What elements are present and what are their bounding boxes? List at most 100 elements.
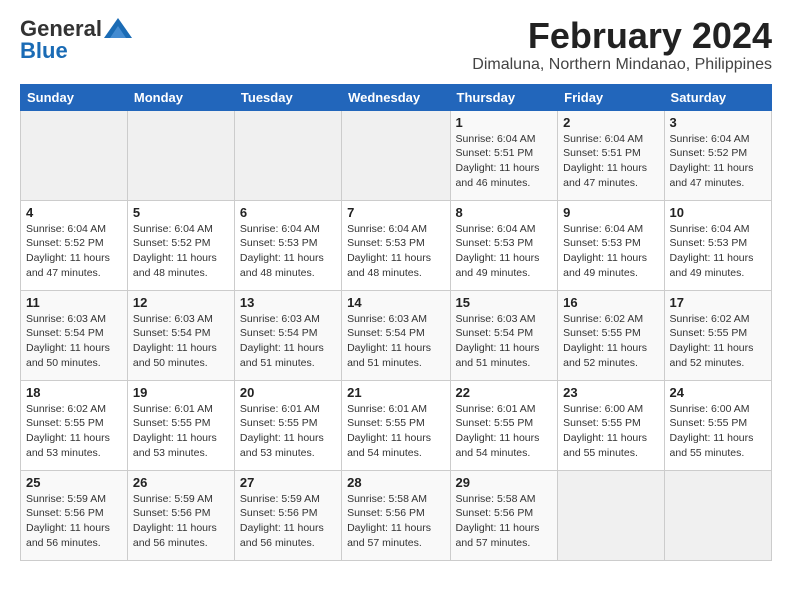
calendar-header-row: SundayMondayTuesdayWednesdayThursdayFrid… [21,84,772,110]
day-number: 20 [240,385,336,400]
calendar-cell [342,110,450,200]
day-number: 8 [456,205,553,220]
day-number: 15 [456,295,553,310]
calendar-cell: 17Sunrise: 6:02 AM Sunset: 5:55 PM Dayli… [664,290,771,380]
day-number: 11 [26,295,122,310]
calendar-cell: 27Sunrise: 5:59 AM Sunset: 5:56 PM Dayli… [234,470,341,560]
header-tuesday: Tuesday [234,84,341,110]
page-subtitle: Dimaluna, Northern Mindanao, Philippines [472,56,772,74]
header-sunday: Sunday [21,84,128,110]
day-number: 25 [26,475,122,490]
day-info: Sunrise: 6:03 AM Sunset: 5:54 PM Dayligh… [26,312,122,371]
calendar-cell: 26 Sunrise: 5:59 AM Sunset: 5:56 PM Dayli… [127,470,234,560]
day-info: Sunrise: 6:02 AM Sunset: 5:55 PM Dayligh… [563,312,658,371]
day-number: 21 [347,385,444,400]
day-info: Sunrise: 6:04 AM Sunset: 5:53 PM Dayligh… [347,222,444,281]
day-info: Sunrise: 6:02 AM Sunset: 5:55 PM Dayligh… [670,312,766,371]
calendar-cell: 10 Sunrise: 6:04 AM Sunset: 5:53 PM Dayli… [664,200,771,290]
day-info: Sunrise: 5:58 AM Sunset: 5:56 PM Dayligh… [456,492,553,551]
calendar-week-row: 18 Sunrise: 6:02 AM Sunset: 5:55 PM Dayli… [21,380,772,470]
calendar-week-row: 4 Sunrise: 6:04 AM Sunset: 5:52 PM Daylig… [21,200,772,290]
calendar-cell: 24 Sunrise: 6:00 AM Sunset: 5:55 PM Dayli… [664,380,771,470]
day-info: Sunrise: 6:04 AM Sunset: 5:51 PM Dayligh… [456,132,553,191]
calendar-cell: 14Sunrise: 6:03 AM Sunset: 5:54 PM Dayli… [342,290,450,380]
day-info: Sunrise: 6:00 AM Sunset: 5:55 PM Dayligh… [563,402,658,461]
day-info: Sunrise: 6:04 AM Sunset: 5:53 PM Dayligh… [456,222,553,281]
day-number: 5 [133,205,229,220]
day-number: 18 [26,385,122,400]
day-number: 24 [670,385,766,400]
header-saturday: Saturday [664,84,771,110]
logo-icon [104,18,132,38]
day-info: Sunrise: 6:01 AM Sunset: 5:55 PM Dayligh… [347,402,444,461]
day-number: 4 [26,205,122,220]
calendar-week-row: 25 Sunrise: 5:59 AM Sunset: 5:56 PM Dayli… [21,470,772,560]
day-info: Sunrise: 6:01 AM Sunset: 5:55 PM Dayligh… [456,402,553,461]
day-info: Sunrise: 6:04 AM Sunset: 5:52 PM Dayligh… [670,132,766,191]
day-number: 19 [133,385,229,400]
day-info: Sunrise: 5:58 AM Sunset: 5:56 PM Dayligh… [347,492,444,551]
calendar-cell: 11 Sunrise: 6:03 AM Sunset: 5:54 PM Dayli… [21,290,128,380]
day-info: Sunrise: 5:59 AM Sunset: 5:56 PM Dayligh… [133,492,229,551]
calendar-cell: 8 Sunrise: 6:04 AM Sunset: 5:53 PM Daylig… [450,200,558,290]
calendar-week-row: 1 Sunrise: 6:04 AM Sunset: 5:51 PM Daylig… [21,110,772,200]
calendar-cell [558,470,664,560]
header-thursday: Thursday [450,84,558,110]
day-number: 7 [347,205,444,220]
day-info: Sunrise: 6:02 AM Sunset: 5:55 PM Dayligh… [26,402,122,461]
day-number: 2 [563,115,658,130]
calendar-cell: 12Sunrise: 6:03 AM Sunset: 5:54 PM Dayli… [127,290,234,380]
day-number: 6 [240,205,336,220]
calendar-cell [234,110,341,200]
day-info: Sunrise: 6:01 AM Sunset: 5:55 PM Dayligh… [133,402,229,461]
calendar-cell: 21 Sunrise: 6:01 AM Sunset: 5:55 PM Dayli… [342,380,450,470]
day-info: Sunrise: 6:04 AM Sunset: 5:53 PM Dayligh… [563,222,658,281]
day-info: Sunrise: 5:59 AM Sunset: 5:56 PM Dayligh… [26,492,122,551]
calendar-cell [664,470,771,560]
calendar-cell: 20Sunrise: 6:01 AM Sunset: 5:55 PM Dayli… [234,380,341,470]
logo-blue: Blue [20,38,68,64]
day-number: 13 [240,295,336,310]
calendar-table: SundayMondayTuesdayWednesdayThursdayFrid… [20,84,772,561]
calendar-cell: 9 Sunrise: 6:04 AM Sunset: 5:53 PM Daylig… [558,200,664,290]
day-number: 9 [563,205,658,220]
calendar-week-row: 11 Sunrise: 6:03 AM Sunset: 5:54 PM Dayli… [21,290,772,380]
day-number: 29 [456,475,553,490]
day-number: 27 [240,475,336,490]
calendar-cell: 13Sunrise: 6:03 AM Sunset: 5:54 PM Dayli… [234,290,341,380]
calendar-cell: 2 Sunrise: 6:04 AM Sunset: 5:51 PM Daylig… [558,110,664,200]
day-number: 28 [347,475,444,490]
calendar-cell: 6Sunrise: 6:04 AM Sunset: 5:53 PM Daylig… [234,200,341,290]
calendar-cell [21,110,128,200]
calendar-cell: 16 Sunrise: 6:02 AM Sunset: 5:55 PM Dayli… [558,290,664,380]
calendar-cell: 3 Sunrise: 6:04 AM Sunset: 5:52 PM Daylig… [664,110,771,200]
calendar-cell: 19 Sunrise: 6:01 AM Sunset: 5:55 PM Dayli… [127,380,234,470]
day-number: 10 [670,205,766,220]
header-wednesday: Wednesday [342,84,450,110]
calendar-cell: 5 Sunrise: 6:04 AM Sunset: 5:52 PM Daylig… [127,200,234,290]
calendar-cell: 28 Sunrise: 5:58 AM Sunset: 5:56 PM Dayli… [342,470,450,560]
calendar-cell: 15Sunrise: 6:03 AM Sunset: 5:54 PM Dayli… [450,290,558,380]
calendar-cell [127,110,234,200]
page-title: February 2024 [472,16,772,56]
day-info: Sunrise: 6:04 AM Sunset: 5:51 PM Dayligh… [563,132,658,191]
calendar-cell: 4 Sunrise: 6:04 AM Sunset: 5:52 PM Daylig… [21,200,128,290]
logo: General Blue [20,16,132,64]
calendar-cell: 29 Sunrise: 5:58 AM Sunset: 5:56 PM Dayli… [450,470,558,560]
day-number: 12 [133,295,229,310]
day-number: 22 [456,385,553,400]
day-number: 3 [670,115,766,130]
day-number: 16 [563,295,658,310]
header-friday: Friday [558,84,664,110]
day-info: Sunrise: 6:04 AM Sunset: 5:52 PM Dayligh… [133,222,229,281]
day-info: Sunrise: 6:00 AM Sunset: 5:55 PM Dayligh… [670,402,766,461]
day-number: 26 [133,475,229,490]
day-info: Sunrise: 6:04 AM Sunset: 5:53 PM Dayligh… [670,222,766,281]
day-number: 1 [456,115,553,130]
calendar-cell: 22 Sunrise: 6:01 AM Sunset: 5:55 PM Dayli… [450,380,558,470]
day-number: 14 [347,295,444,310]
header-monday: Monday [127,84,234,110]
day-info: Sunrise: 6:04 AM Sunset: 5:52 PM Dayligh… [26,222,122,281]
calendar-cell: 23Sunrise: 6:00 AM Sunset: 5:55 PM Dayli… [558,380,664,470]
calendar-cell: 1 Sunrise: 6:04 AM Sunset: 5:51 PM Daylig… [450,110,558,200]
